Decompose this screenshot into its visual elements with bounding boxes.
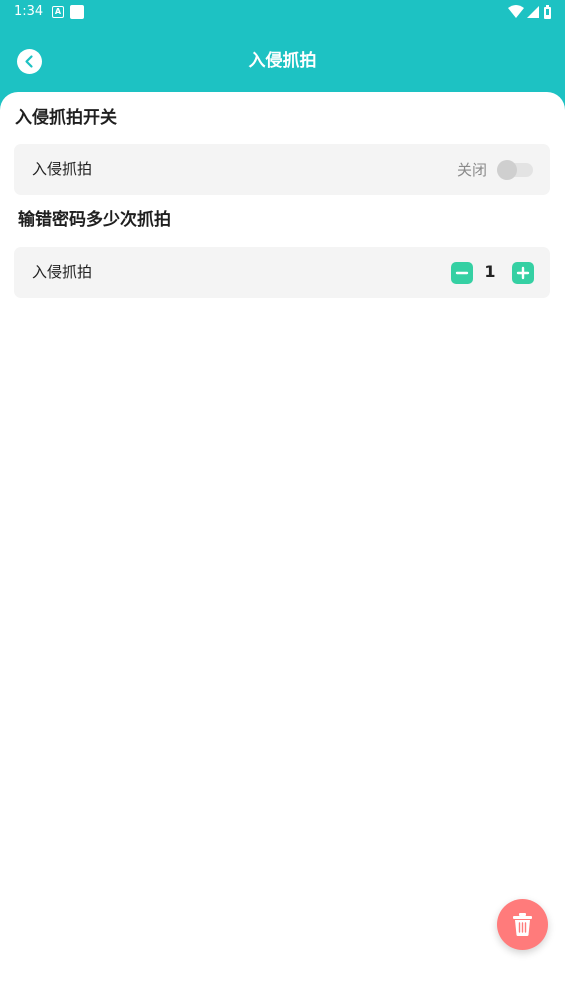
intrusion-switch-row[interactable]: 入侵抓拍 关闭 xyxy=(14,144,550,195)
wifi-icon xyxy=(508,5,524,18)
count-row-label: 入侵抓拍 xyxy=(32,263,93,281)
section-title-count: 输错密码多少次抓拍 xyxy=(18,210,171,230)
count-value: 1 xyxy=(484,262,496,281)
intrusion-switch-label: 入侵抓拍 xyxy=(32,160,93,178)
status-right-icons xyxy=(507,4,553,20)
decrement-button[interactable] xyxy=(451,262,473,284)
delete-fab-button[interactable] xyxy=(497,899,548,950)
plus-icon xyxy=(516,266,530,280)
content-panel: 入侵抓拍开关 入侵抓拍 关闭 输错密码多少次抓拍 入侵抓拍 1 xyxy=(0,92,565,1004)
trash-icon xyxy=(513,913,532,936)
wrong-password-count-row: 入侵抓拍 1 xyxy=(14,247,550,298)
status-time: 1:34 xyxy=(14,4,44,19)
section-title-switch: 入侵抓拍开关 xyxy=(15,108,117,128)
minus-icon xyxy=(455,271,469,275)
intrusion-toggle-switch[interactable] xyxy=(497,160,533,180)
switch-status-text: 关闭 xyxy=(456,161,487,179)
notification-square-icon xyxy=(70,5,84,19)
toggle-thumb xyxy=(497,160,517,180)
app-bar: 入侵抓拍 xyxy=(0,24,565,96)
increment-button[interactable] xyxy=(512,262,534,284)
status-bar: 1:34 A xyxy=(0,0,565,24)
page-title: 入侵抓拍 xyxy=(248,51,317,71)
signal-icon xyxy=(527,6,539,18)
battery-icon xyxy=(544,5,551,19)
notification-a-icon: A xyxy=(52,6,64,18)
